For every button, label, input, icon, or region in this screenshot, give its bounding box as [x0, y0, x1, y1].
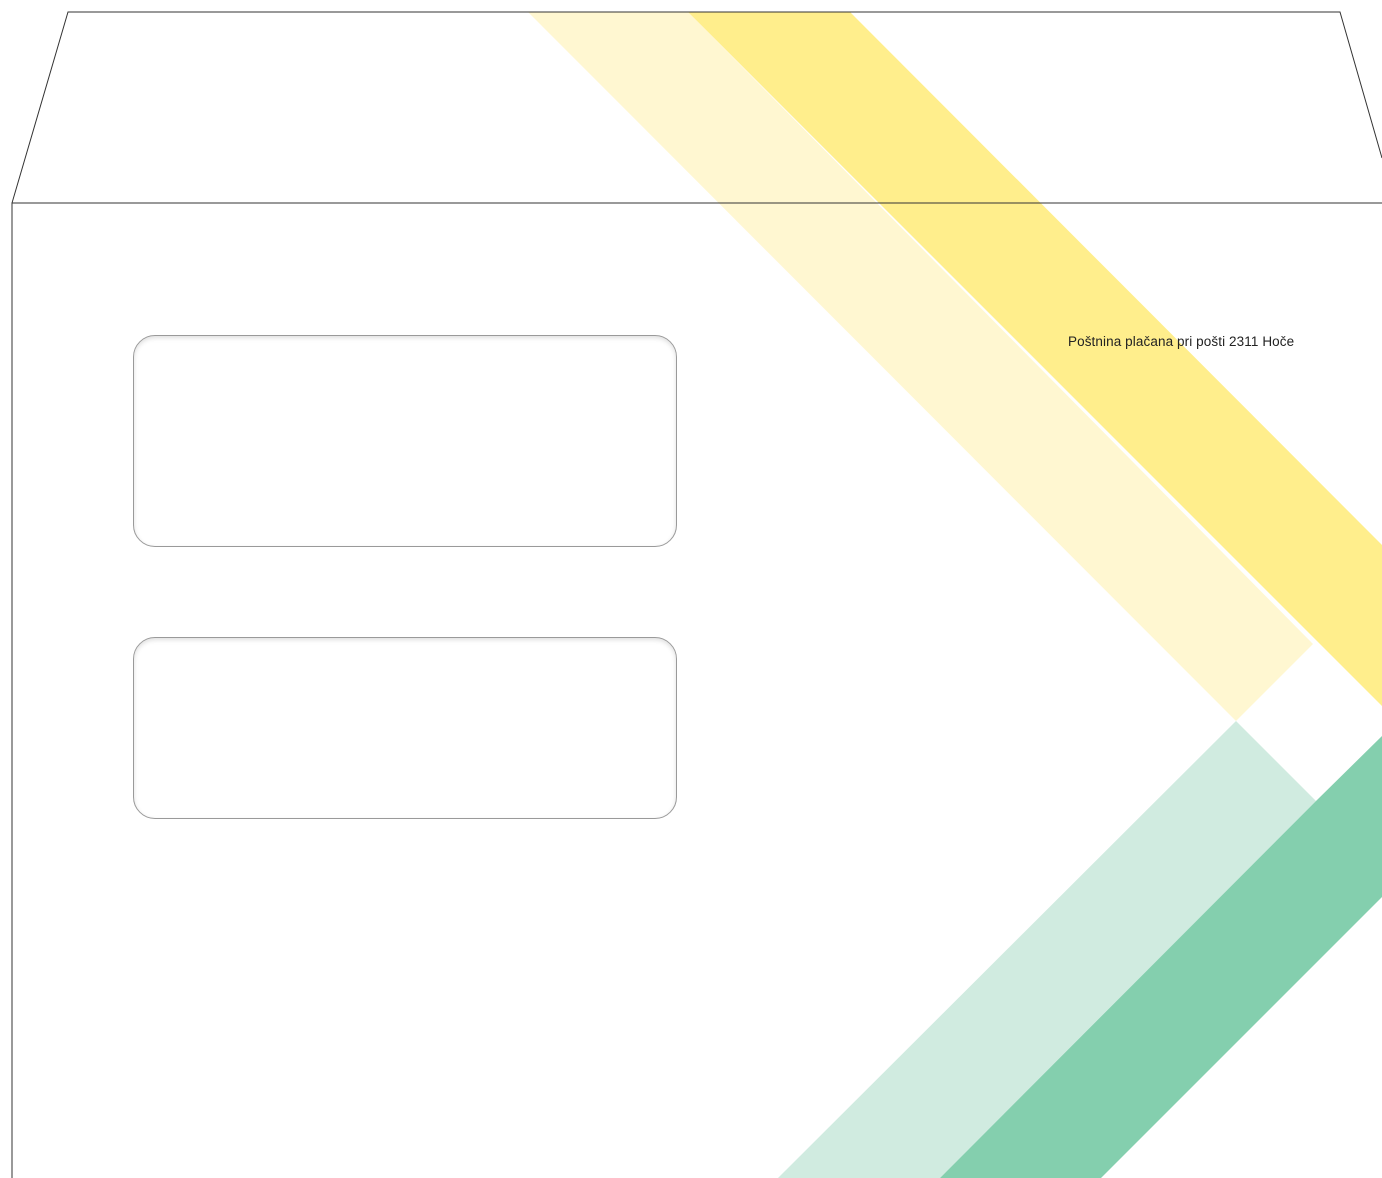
envelope-artwork [11, 11, 1382, 1178]
address-window-top [133, 335, 677, 547]
address-window-bottom [133, 637, 677, 819]
postage-paid-text: Poštnina plačana pri pošti 2311 Hoče [1068, 334, 1295, 349]
yellow-strong-stripe [688, 12, 1382, 706]
